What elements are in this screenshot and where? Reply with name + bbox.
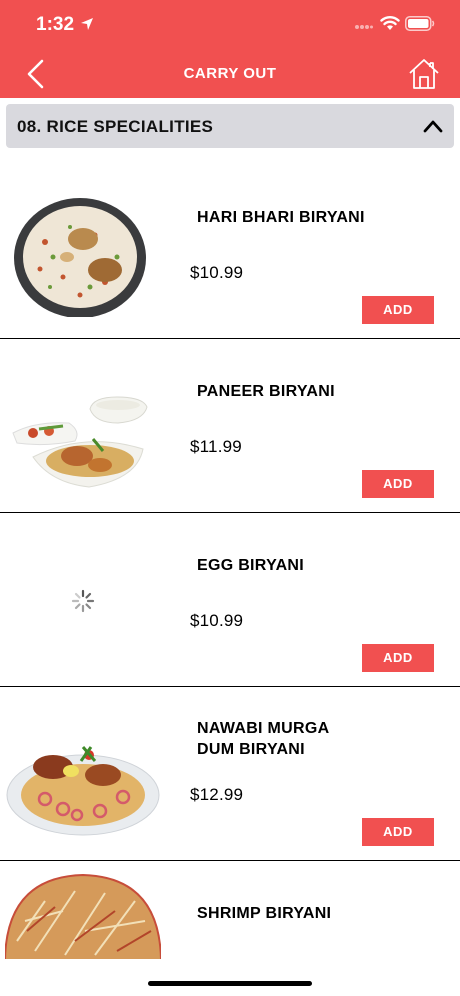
item-name: HARI BHARI BIRYANI: [197, 209, 365, 226]
list-item: HARI BHARI BIRYANI $10.99 ADD: [0, 165, 460, 339]
item-price: $11.99: [190, 437, 242, 456]
item-name-line-2: DUM BIRYANI: [197, 741, 305, 758]
dish-image-shrimp-biryani: [5, 873, 161, 959]
add-button[interactable]: ADD: [362, 818, 434, 846]
location-arrow-icon: [81, 18, 93, 30]
chevron-up-icon: [423, 120, 443, 133]
list-item: SHRIMP BIRYANI: [0, 861, 460, 961]
home-button[interactable]: [408, 58, 440, 90]
item-name: EGG BIRYANI: [197, 557, 305, 574]
app-header: 1:32 CARRY OUT: [0, 0, 460, 98]
item-name: SHRIMP BIRYANI: [197, 905, 332, 922]
loading-spinner-icon: [71, 589, 95, 613]
battery-icon: [405, 16, 435, 31]
signal-icon: [355, 25, 373, 29]
item-name-line-1: NAWABI MURGA: [197, 720, 330, 737]
add-button[interactable]: ADD: [362, 296, 434, 324]
add-button[interactable]: ADD: [362, 644, 434, 672]
home-icon: [409, 59, 439, 89]
page-title: CARRY OUT: [183, 65, 277, 82]
dish-image-hari-bhari-biryani: [14, 198, 146, 317]
dish-image-paneer-biryani: [12, 396, 148, 488]
dish-image-nawabi-murga-dum-biryani: [6, 746, 160, 836]
nav-bar: CARRY OUT: [0, 50, 460, 98]
category-header-rice-specialities[interactable]: 08. RICE SPECIALITIES: [6, 104, 454, 148]
list-item: NAWABI MURGA DUM BIRYANI $12.99 ADD: [0, 687, 460, 861]
status-bar: 1:32: [0, 0, 460, 50]
add-button[interactable]: ADD: [362, 470, 434, 498]
list-item: EGG BIRYANI $10.99 ADD: [0, 513, 460, 687]
item-price: $10.99: [190, 611, 244, 630]
item-name: PANEER BIRYANI: [197, 383, 335, 400]
list-item: PANEER BIRYANI $11.99 ADD: [0, 339, 460, 513]
wifi-icon: [380, 16, 400, 30]
category-label: 08. RICE SPECIALITIES: [17, 117, 214, 136]
item-price: $12.99: [190, 785, 244, 804]
item-name: NAWABI MURGA DUM BIRYANI: [197, 718, 397, 760]
status-time: 1:32: [36, 14, 75, 35]
item-price: $10.99: [190, 263, 244, 282]
home-indicator: [148, 981, 312, 986]
